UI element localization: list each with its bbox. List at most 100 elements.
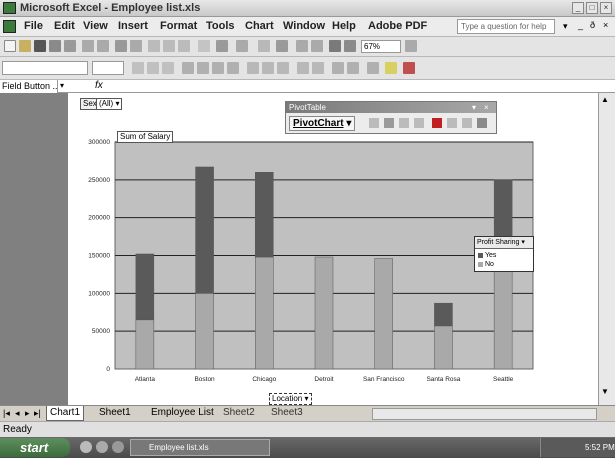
research-icon[interactable] <box>130 40 142 52</box>
align-left-icon[interactable] <box>182 62 194 74</box>
quicklaunch-browser-icon[interactable] <box>112 441 124 453</box>
menu-tools[interactable]: Tools <box>206 20 235 32</box>
toolbar-options-icon[interactable]: ▾ <box>472 102 476 113</box>
tab-sheet3[interactable]: Sheet3 <box>268 406 306 421</box>
menu-view[interactable]: View <box>83 20 108 32</box>
next-sheet-icon[interactable]: ▸ <box>25 408 30 419</box>
redo-icon[interactable] <box>236 40 248 52</box>
data-field-button[interactable]: Sum of Salary <box>117 131 174 143</box>
ask-question-input[interactable]: Type a question for help <box>457 19 555 34</box>
cut-icon[interactable] <box>148 40 160 52</box>
vertical-scrollbar[interactable]: ▲ ▼ <box>598 93 615 405</box>
menu-edit[interactable]: Edit <box>54 20 75 32</box>
insert-function-icon[interactable]: fx <box>95 80 103 91</box>
underline-icon[interactable] <box>162 62 174 74</box>
decrease-indent-icon[interactable] <box>332 62 344 74</box>
toolbar-close-icon[interactable]: × <box>484 102 489 113</box>
bold-icon[interactable] <box>132 62 144 74</box>
menu-file[interactable]: File <box>24 20 43 32</box>
print-icon[interactable] <box>82 40 94 52</box>
formula-input[interactable] <box>112 80 615 93</box>
menu-help[interactable]: Help <box>332 20 356 32</box>
show-detail-icon[interactable] <box>414 118 424 128</box>
tab-sheet2[interactable]: Sheet2 <box>220 406 258 421</box>
drawing-icon[interactable] <box>344 40 356 52</box>
pivotchart-menu-button[interactable]: PivotChart ▾ <box>289 116 356 131</box>
menu-format[interactable]: Format <box>160 20 197 32</box>
help-icon[interactable] <box>405 40 417 52</box>
print-preview-icon[interactable] <box>97 40 109 52</box>
comma-icon[interactable] <box>277 62 289 74</box>
hide-detail-icon[interactable] <box>399 118 409 128</box>
chart-wizard-icon[interactable] <box>329 40 341 52</box>
name-box[interactable]: Field Button ... <box>0 80 58 93</box>
undo-icon[interactable] <box>216 40 228 52</box>
font-name-select[interactable] <box>2 61 88 75</box>
excel-icon[interactable] <box>3 2 16 14</box>
increase-decimal-icon[interactable] <box>297 62 309 74</box>
scroll-up-icon[interactable]: ▲ <box>601 95 609 104</box>
workbook-icon[interactable] <box>3 20 16 33</box>
last-sheet-icon[interactable]: ▸| <box>34 408 41 419</box>
email-icon[interactable] <box>64 40 76 52</box>
merge-center-icon[interactable] <box>227 62 239 74</box>
legend[interactable]: Profit Sharing ▾ Yes No <box>474 236 534 272</box>
tab-chart1[interactable]: Chart1 <box>46 406 85 421</box>
format-report-icon[interactable] <box>369 118 379 128</box>
name-box-dropdown-icon[interactable]: ▾ <box>60 81 64 90</box>
category-field-location[interactable]: Location ▾ <box>269 393 312 405</box>
tab-employee-list[interactable]: Employee List <box>148 406 217 421</box>
sort-descending-icon[interactable] <box>311 40 323 52</box>
horizontal-scrollbar[interactable] <box>372 408 597 420</box>
sort-ascending-icon[interactable] <box>296 40 308 52</box>
maximize-button[interactable]: □ <box>586 2 598 14</box>
always-display-icon[interactable] <box>462 118 472 128</box>
doc-close-icon[interactable]: × <box>603 20 608 30</box>
tab-sheet1[interactable]: Sheet1 <box>96 406 134 421</box>
include-hidden-icon[interactable] <box>447 118 457 128</box>
autosum-icon[interactable] <box>276 40 288 52</box>
align-center-icon[interactable] <box>197 62 209 74</box>
spelling-icon[interactable] <box>115 40 127 52</box>
close-button[interactable]: × <box>600 2 612 14</box>
save-icon[interactable] <box>34 40 46 52</box>
start-button[interactable]: start <box>0 438 70 457</box>
align-right-icon[interactable] <box>212 62 224 74</box>
decrease-decimal-icon[interactable] <box>312 62 324 74</box>
quicklaunch-media-icon[interactable] <box>96 441 108 453</box>
font-size-select[interactable] <box>92 61 124 75</box>
minimize-button[interactable]: _ <box>572 2 584 14</box>
doc-restore-icon[interactable]: ð <box>590 20 595 30</box>
zoom-select[interactable]: 67% <box>361 40 401 53</box>
menu-chart[interactable]: Chart <box>245 20 274 32</box>
open-icon[interactable] <box>19 40 31 52</box>
field-settings-icon[interactable] <box>477 118 487 128</box>
paste-icon[interactable] <box>178 40 190 52</box>
menu-adobe-pdf[interactable]: Adobe PDF <box>368 20 427 32</box>
currency-icon[interactable] <box>247 62 259 74</box>
menu-window[interactable]: Window <box>283 20 325 32</box>
menu-chevron-icon[interactable]: ▾ <box>563 21 568 32</box>
font-color-icon[interactable] <box>403 62 415 74</box>
legend-field-button[interactable]: Profit Sharing ▾ <box>475 237 533 249</box>
copy-icon[interactable] <box>163 40 175 52</box>
hyperlink-icon[interactable] <box>258 40 270 52</box>
doc-minimize-icon[interactable]: _ <box>578 20 583 30</box>
refresh-data-icon[interactable] <box>432 118 442 128</box>
chart-wizard-pivot-icon[interactable] <box>384 118 394 128</box>
taskbar-excel-button[interactable]: Employee list.xls <box>130 439 270 456</box>
page-field-dropdown[interactable]: (All) ▾ <box>96 98 123 110</box>
prev-sheet-icon[interactable]: ◂ <box>15 408 20 419</box>
borders-icon[interactable] <box>367 62 379 74</box>
percent-icon[interactable] <box>262 62 274 74</box>
new-icon[interactable] <box>4 40 16 52</box>
menu-insert[interactable]: Insert <box>118 20 148 32</box>
italic-icon[interactable] <box>147 62 159 74</box>
quicklaunch-ie-icon[interactable] <box>80 441 92 453</box>
fill-color-icon[interactable] <box>385 62 397 74</box>
increase-indent-icon[interactable] <box>347 62 359 74</box>
first-sheet-icon[interactable]: |◂ <box>3 408 10 419</box>
scroll-down-icon[interactable]: ▼ <box>601 387 609 396</box>
format-painter-icon[interactable] <box>198 40 210 52</box>
permission-icon[interactable] <box>49 40 61 52</box>
